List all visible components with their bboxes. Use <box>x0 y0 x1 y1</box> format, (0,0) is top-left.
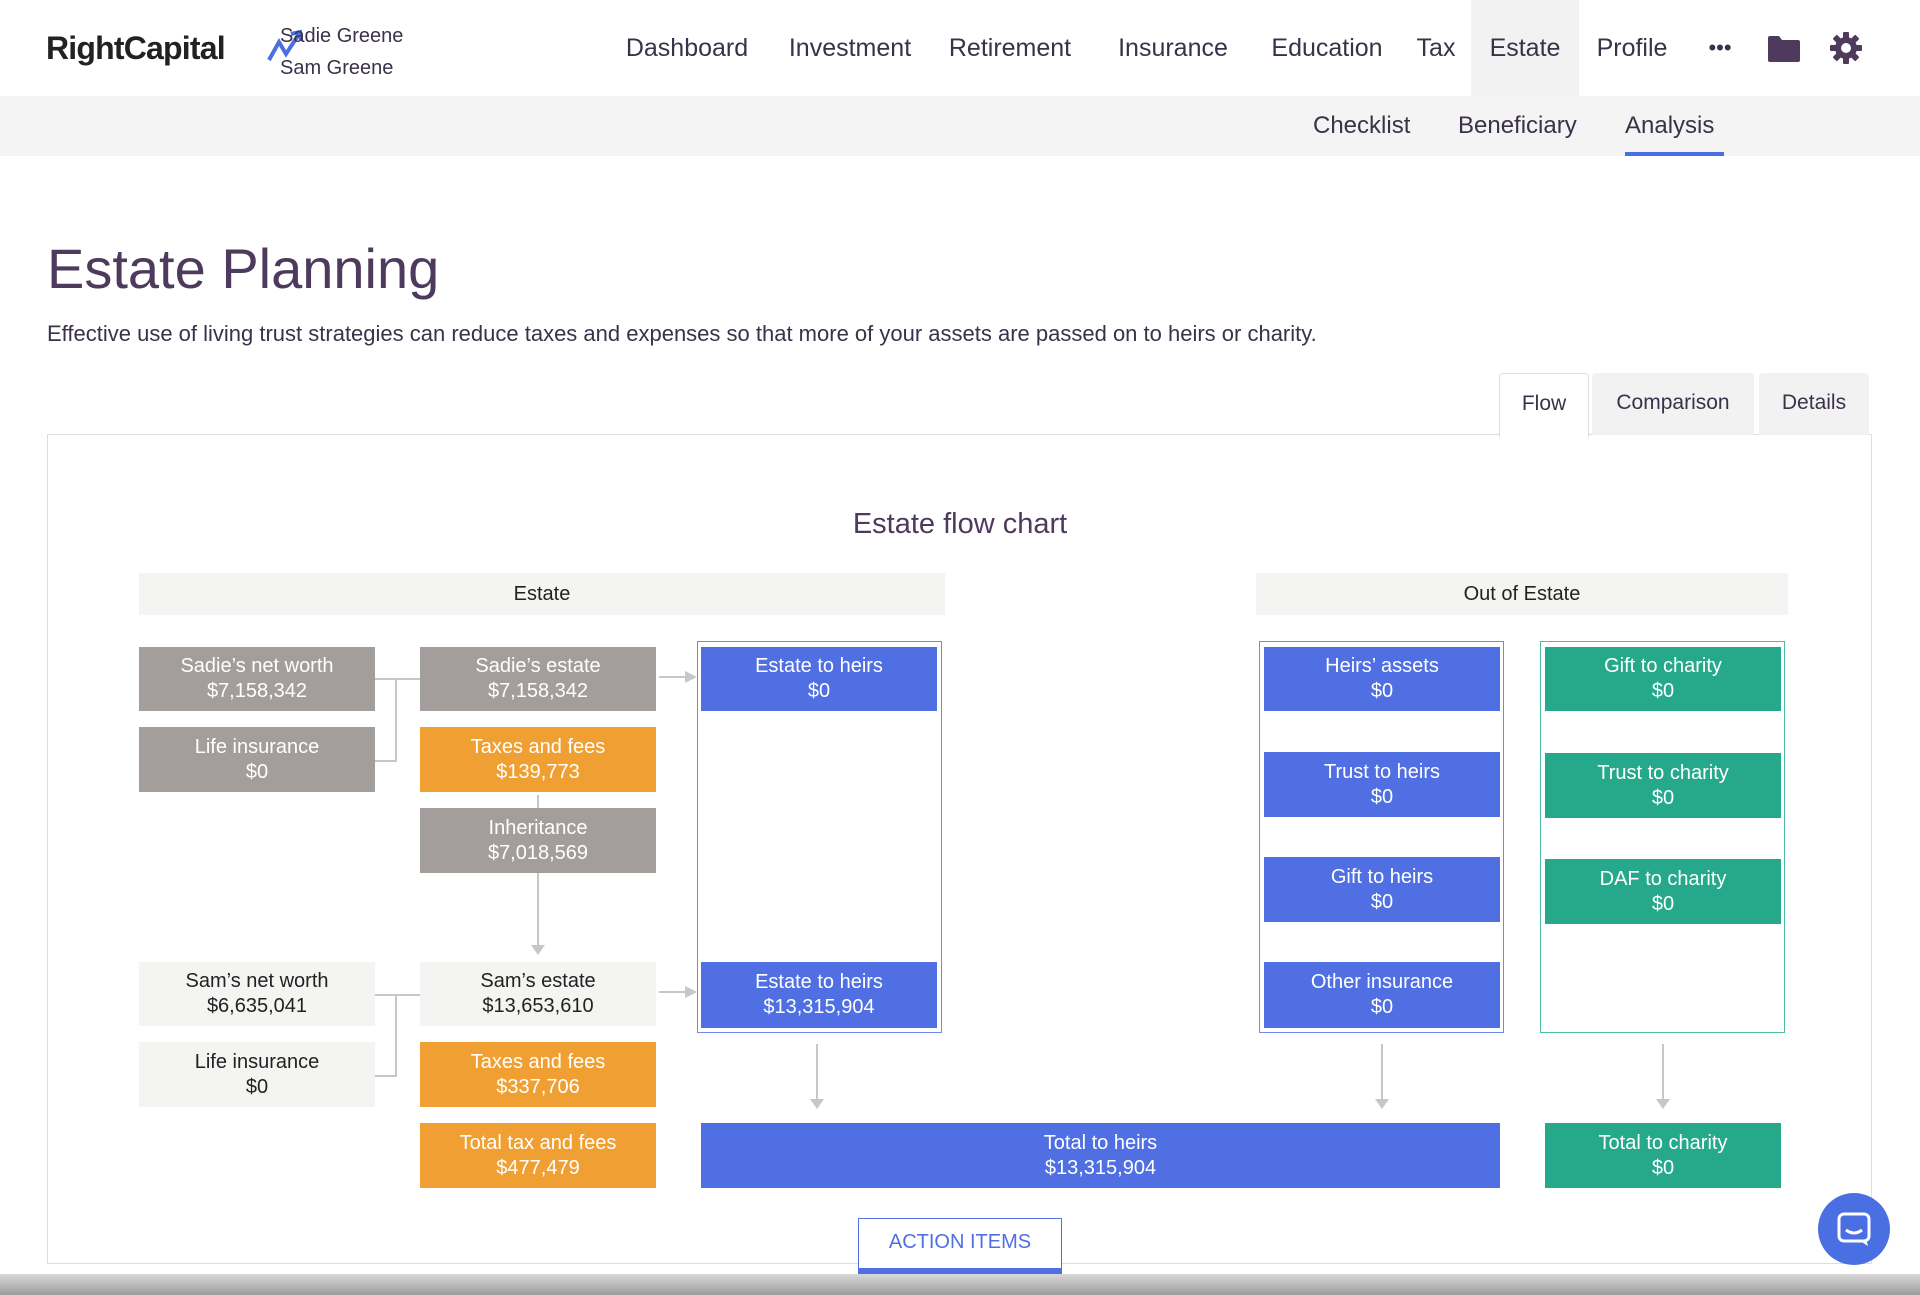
action-items-button[interactable]: ACTION ITEMS <box>858 1218 1062 1276</box>
sadie-estate-box[interactable]: Sadie’s estate $7,158,342 <box>420 647 656 711</box>
total-to-heirs-box[interactable]: Total to heirs $13,315,904 <box>701 1123 1500 1188</box>
heirs-assets-value: $0 <box>1370 680 1394 702</box>
sam-estate-label: Sam’s estate <box>480 970 596 992</box>
sam-life-insurance-value: $0 <box>245 1075 269 1098</box>
sam-estate-box[interactable]: Sam’s estate $13,653,610 <box>420 962 656 1026</box>
sadie-life-insurance-label: Life insurance <box>194 735 320 758</box>
estate-to-heirs-1-value: $0 <box>807 680 831 702</box>
daf-to-charity-label: DAF to charity <box>1599 867 1727 890</box>
trust-to-heirs-box[interactable]: Trust to heirs $0 <box>1264 752 1500 817</box>
gift-to-charity-label: Gift to charity <box>1604 655 1722 677</box>
other-insurance-label: Other insurance <box>1310 971 1454 993</box>
sam-taxes-value: $337,706 <box>496 1075 580 1098</box>
sadie-estate-label: Sadie’s estate <box>475 655 601 677</box>
total-tax-label: Total tax and fees <box>459 1131 617 1154</box>
sadie-estate-value: $7,158,342 <box>487 680 589 702</box>
daf-to-charity-value: $0 <box>1651 892 1675 915</box>
estate-to-heirs-2-label: Estate to heirs <box>755 971 883 993</box>
chat-button[interactable] <box>1818 1193 1890 1265</box>
estate-to-heirs-1-box[interactable]: Estate to heirs $0 <box>701 647 937 711</box>
sadie-net-worth-label: Sadie’s net worth <box>180 655 334 677</box>
total-tax-box[interactable]: Total tax and fees $477,479 <box>420 1123 656 1188</box>
total-to-charity-value: $0 <box>1651 1156 1675 1179</box>
sam-life-insurance-label: Life insurance <box>194 1050 320 1073</box>
total-to-charity-label: Total to charity <box>1598 1131 1728 1154</box>
estate-to-heirs-2-box[interactable]: Estate to heirs $13,315,904 <box>701 962 937 1028</box>
other-insurance-value: $0 <box>1370 996 1394 1018</box>
out-of-estate-section-header: Out of Estate <box>1256 573 1788 615</box>
trust-to-charity-box[interactable]: Trust to charity $0 <box>1545 753 1781 818</box>
sam-estate-value: $13,653,610 <box>482 995 594 1017</box>
trust-to-charity-value: $0 <box>1651 786 1675 809</box>
sam-net-worth-label: Sam’s net worth <box>185 970 329 992</box>
trust-to-charity-label: Trust to charity <box>1597 761 1729 784</box>
inheritance-value: $7,018,569 <box>487 841 589 864</box>
sam-net-worth-value: $6,635,041 <box>206 995 308 1017</box>
chat-icon <box>1837 1212 1871 1246</box>
trust-to-heirs-value: $0 <box>1370 785 1394 808</box>
gift-to-charity-box[interactable]: Gift to charity $0 <box>1545 647 1781 711</box>
heirs-assets-label: Heirs’ assets <box>1325 655 1439 677</box>
heirs-assets-box[interactable]: Heirs’ assets $0 <box>1264 647 1500 711</box>
sadie-net-worth-value: $7,158,342 <box>206 680 308 702</box>
inheritance-label: Inheritance <box>488 816 588 839</box>
sam-taxes-label: Taxes and fees <box>470 1050 606 1073</box>
window-bottom-edge <box>0 1274 1920 1295</box>
gift-to-heirs-box[interactable]: Gift to heirs $0 <box>1264 857 1500 922</box>
estate-to-heirs-1-label: Estate to heirs <box>755 655 883 677</box>
inheritance-box[interactable]: Inheritance $7,018,569 <box>420 808 656 873</box>
total-to-heirs-value: $13,315,904 <box>1044 1156 1157 1179</box>
gift-to-heirs-label: Gift to heirs <box>1330 865 1434 888</box>
gift-to-heirs-value: $0 <box>1370 890 1394 913</box>
sadie-life-insurance-value: $0 <box>245 760 269 783</box>
sadie-taxes-label: Taxes and fees <box>470 735 606 758</box>
total-tax-value: $477,479 <box>496 1156 580 1179</box>
sam-taxes-box[interactable]: Taxes and fees $337,706 <box>420 1042 656 1107</box>
other-insurance-box[interactable]: Other insurance $0 <box>1264 962 1500 1028</box>
total-to-charity-box[interactable]: Total to charity $0 <box>1545 1123 1781 1188</box>
gift-to-charity-value: $0 <box>1651 680 1675 702</box>
trust-to-heirs-label: Trust to heirs <box>1324 760 1440 783</box>
daf-to-charity-box[interactable]: DAF to charity $0 <box>1545 859 1781 924</box>
sadie-net-worth-box[interactable]: Sadie’s net worth $7,158,342 <box>139 647 375 711</box>
sam-life-insurance-box[interactable]: Life insurance $0 <box>139 1042 375 1107</box>
total-to-heirs-label: Total to heirs <box>1043 1131 1158 1154</box>
estate-section-header: Estate <box>139 573 945 615</box>
sadie-life-insurance-box[interactable]: Life insurance $0 <box>139 727 375 792</box>
sadie-taxes-value: $139,773 <box>496 760 580 783</box>
estate-to-heirs-2-value: $13,315,904 <box>763 996 875 1018</box>
sadie-taxes-box[interactable]: Taxes and fees $139,773 <box>420 727 656 792</box>
sam-net-worth-box[interactable]: Sam’s net worth $6,635,041 <box>139 962 375 1026</box>
